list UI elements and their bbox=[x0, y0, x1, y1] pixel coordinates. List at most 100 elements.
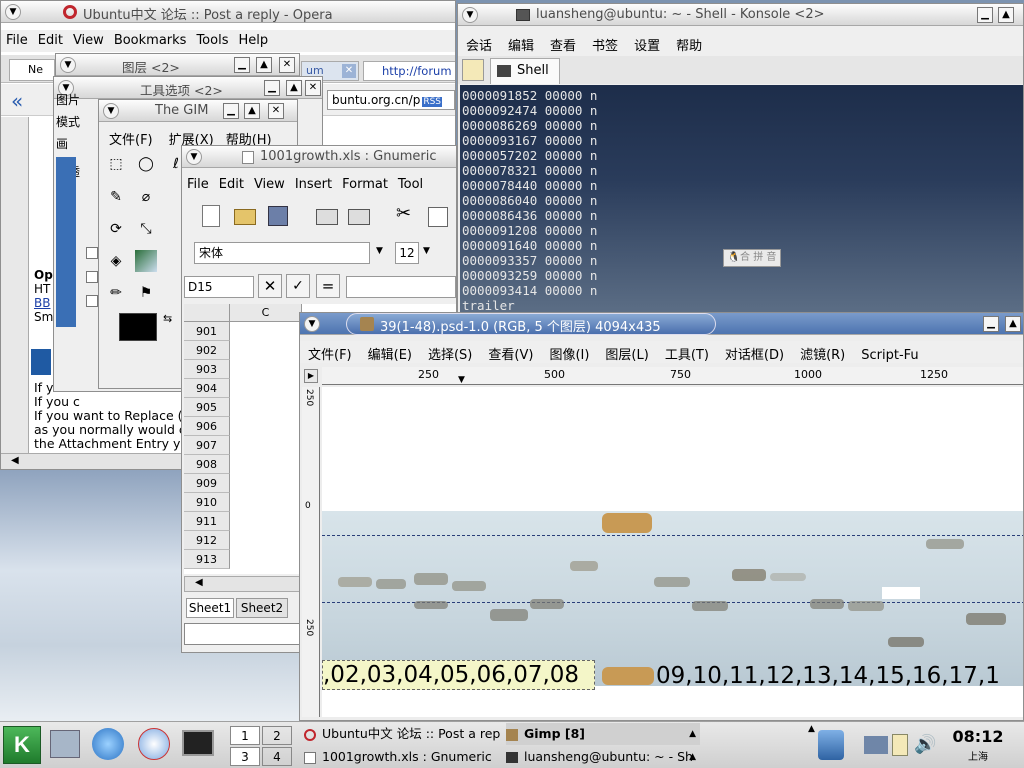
address-input[interactable]: buntu.org.cn/p RSS bbox=[327, 90, 455, 110]
menu-image[interactable]: 图像(I) bbox=[541, 341, 597, 366]
equals-button[interactable]: = bbox=[316, 274, 340, 298]
minimize-button[interactable]: ▁ bbox=[264, 80, 280, 96]
window-menu-icon[interactable]: ▼ bbox=[186, 149, 202, 165]
menu-file[interactable]: File bbox=[182, 174, 214, 195]
menu-format[interactable]: Format bbox=[337, 174, 393, 195]
menu-script-fu[interactable]: Script-Fu bbox=[853, 345, 926, 366]
accept-edit-button[interactable]: ✓ bbox=[286, 274, 310, 298]
window-menu-icon[interactable]: ▼ bbox=[60, 57, 76, 73]
color-picker-icon[interactable]: ⌀ bbox=[135, 186, 157, 208]
tab-shell[interactable]: Shell bbox=[490, 58, 560, 84]
row-header[interactable]: 906 bbox=[184, 417, 230, 436]
desktop-pager[interactable]: 1 2 3 4 bbox=[228, 724, 296, 767]
layers-titlebar[interactable]: ▼ 图层 <2> ▁ ▲ ✕ bbox=[56, 54, 299, 76]
image-titlebar[interactable]: ▼ 39(1-48).psd-1.0 (RGB, 5 个图层) 4094x435… bbox=[300, 313, 1023, 335]
menu-edit[interactable]: Edit bbox=[33, 30, 68, 51]
rss-badge[interactable]: RSS bbox=[422, 97, 442, 107]
open-folder-icon[interactable] bbox=[234, 209, 256, 225]
menu-tools[interactable]: Tools bbox=[191, 30, 233, 51]
pencil-icon[interactable]: ✏ bbox=[105, 282, 127, 304]
task-gimp[interactable]: Gimp [8] ▲ bbox=[506, 723, 700, 745]
gnumeric-titlebar[interactable]: ▼ 1001growth.xls : Gnumeric bbox=[182, 146, 456, 168]
bucket-fill-icon[interactable]: ◈ bbox=[105, 250, 127, 272]
maximize-button[interactable]: ▲ bbox=[244, 103, 260, 119]
menu-view[interactable]: View bbox=[68, 30, 109, 51]
volume-icon[interactable]: 🔊 bbox=[914, 734, 936, 755]
kde-menu-button[interactable]: K bbox=[3, 726, 41, 764]
menu-view[interactable]: 查看(V) bbox=[480, 341, 541, 366]
clone-icon[interactable]: ⚑ bbox=[135, 282, 157, 304]
menu-file[interactable]: 文件(F) bbox=[99, 126, 163, 151]
mail-icon[interactable] bbox=[138, 728, 170, 760]
menu-file[interactable]: File bbox=[1, 30, 33, 51]
ruler-menu-icon[interactable]: ▶ bbox=[304, 369, 318, 383]
gimp-titlebar[interactable]: ▼ The GIM ▁ ▲ ✕ bbox=[99, 100, 297, 122]
row-header[interactable]: 911 bbox=[184, 512, 230, 531]
minimize-button[interactable]: ▁ bbox=[983, 316, 999, 332]
row-header[interactable]: 902 bbox=[184, 341, 230, 360]
chevron-up-icon[interactable]: ▲ bbox=[808, 724, 815, 734]
row-header[interactable]: 908 bbox=[184, 455, 230, 474]
printer-tray-icon[interactable] bbox=[864, 736, 888, 754]
close-button[interactable]: ✕ bbox=[268, 103, 284, 119]
tooloptions-titlebar[interactable]: ▼ 工具选项 <2> ▁ ▲ ✕ bbox=[54, 77, 322, 99]
menu-file[interactable]: 文件(F) bbox=[300, 341, 360, 366]
row-header[interactable]: 901 bbox=[184, 322, 230, 341]
pager-desktop-3[interactable]: 3 bbox=[230, 747, 260, 766]
sheet-tab[interactable]: Sheet1 bbox=[186, 598, 234, 618]
row-header[interactable]: 909 bbox=[184, 474, 230, 493]
window-menu-icon[interactable]: ▼ bbox=[462, 7, 478, 23]
cell-reference-input[interactable]: D15 bbox=[184, 276, 254, 298]
trash-icon[interactable] bbox=[818, 730, 844, 760]
status-input[interactable] bbox=[184, 623, 302, 645]
task-gnumeric[interactable]: 1001growth.xls : Gnumeric bbox=[304, 746, 504, 768]
row-header[interactable]: 905 bbox=[184, 398, 230, 417]
menu-help[interactable]: Help bbox=[233, 30, 273, 51]
konsole-titlebar[interactable]: ▼ luansheng@ubuntu: ~ - Shell - Konsole … bbox=[458, 4, 1023, 26]
chevron-up-icon[interactable]: ▲ bbox=[689, 723, 696, 745]
chevron-down-icon[interactable]: ▼ bbox=[423, 246, 430, 256]
pager-desktop-2[interactable]: 2 bbox=[262, 726, 292, 745]
konsole-terminal[interactable]: 0000091852 00000 n 0000092474 00000 n 00… bbox=[460, 85, 1023, 322]
window-menu-icon[interactable]: ▼ bbox=[304, 316, 320, 332]
menu-session[interactable]: 会话 bbox=[458, 32, 500, 57]
menu-tools[interactable]: 工具(T) bbox=[657, 341, 717, 366]
klipper-icon[interactable] bbox=[892, 734, 908, 756]
gimp-image-window[interactable]: ▼ 39(1-48).psd-1.0 (RGB, 5 个图层) 4094x435… bbox=[299, 312, 1024, 721]
menu-tools[interactable]: Tool bbox=[393, 174, 428, 195]
checkbox[interactable] bbox=[86, 247, 98, 259]
clock[interactable]: 08:12 上海 bbox=[948, 727, 1008, 763]
minimize-button[interactable]: ▁ bbox=[223, 103, 239, 119]
menu-bookmarks[interactable]: 书签 bbox=[584, 32, 626, 57]
maximize-button[interactable]: ▲ bbox=[1005, 316, 1021, 332]
image-canvas[interactable]: ,02,03,04,05,06,07,08 09,10,11,12,13,14,… bbox=[322, 387, 1023, 717]
new-session-icon[interactable] bbox=[462, 59, 484, 81]
maximize-button[interactable]: ▲ bbox=[998, 7, 1014, 23]
ellipse-select-icon[interactable]: ◯ bbox=[135, 153, 157, 175]
new-doc-icon[interactable] bbox=[202, 205, 220, 227]
menu-bookmarks[interactable]: Bookmarks bbox=[109, 30, 192, 51]
maximize-button[interactable]: ▲ bbox=[286, 80, 302, 96]
konqueror-icon[interactable] bbox=[92, 728, 124, 760]
close-tab-icon[interactable]: ✕ bbox=[342, 64, 356, 78]
pager-desktop-4[interactable]: 4 bbox=[262, 747, 292, 766]
row-header[interactable]: 903 bbox=[184, 360, 230, 379]
row-header[interactable]: 907 bbox=[184, 436, 230, 455]
font-size-select[interactable]: 12 bbox=[395, 242, 419, 264]
copy-icon[interactable] bbox=[428, 207, 448, 227]
window-menu-icon[interactable]: ▼ bbox=[5, 4, 21, 20]
menu-select[interactable]: 选择(S) bbox=[420, 341, 480, 366]
path-icon[interactable]: ✎ bbox=[105, 186, 127, 208]
menu-dialogs[interactable]: 对话框(D) bbox=[717, 341, 792, 366]
minimize-button[interactable]: ▁ bbox=[234, 57, 250, 73]
task-opera[interactable]: Ubuntu中文 论坛 :: Post a rep bbox=[304, 723, 504, 745]
horizontal-ruler[interactable]: 250 500 750 1000 1250 ▼ bbox=[322, 367, 1023, 385]
print-preview-icon[interactable] bbox=[348, 209, 370, 225]
menu-edit[interactable]: Edit bbox=[214, 174, 249, 195]
sheet-tab[interactable]: Sheet2 bbox=[236, 598, 288, 618]
menu-view[interactable]: View bbox=[249, 174, 290, 195]
menu-help[interactable]: 帮助 bbox=[668, 32, 710, 57]
tab-url[interactable]: http://forum bbox=[363, 61, 455, 81]
chevron-up-icon[interactable]: ▲ bbox=[689, 746, 696, 768]
chevron-down-icon[interactable]: ▼ bbox=[376, 246, 383, 256]
